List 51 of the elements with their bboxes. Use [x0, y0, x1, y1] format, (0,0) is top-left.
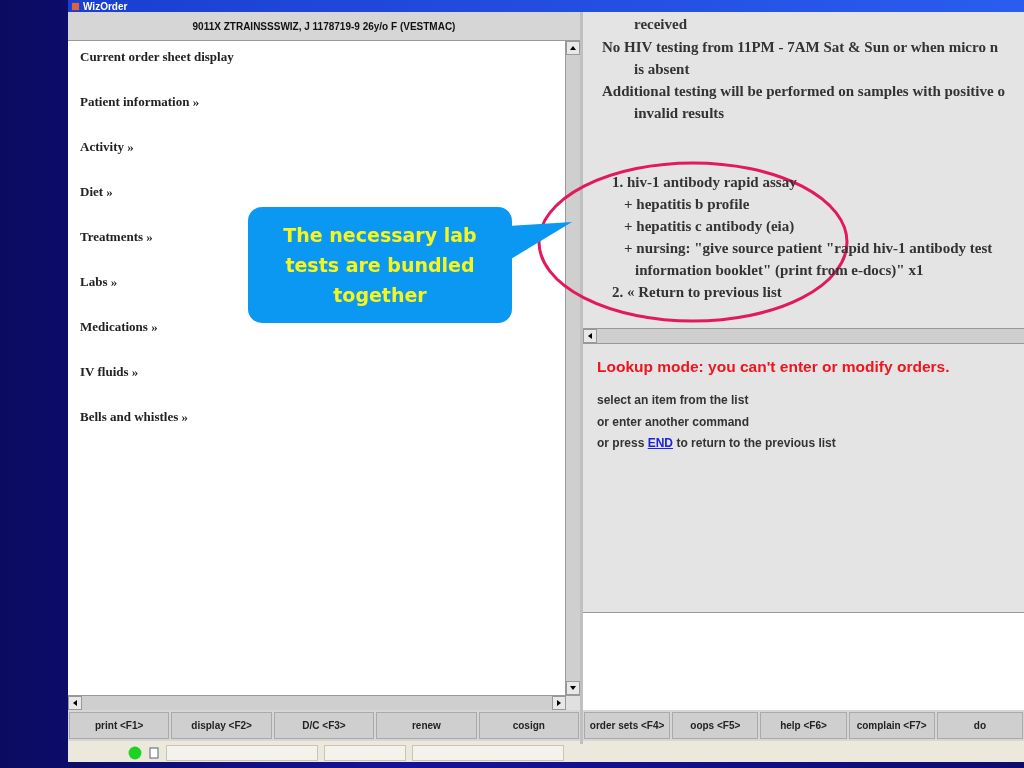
- taskbar-button[interactable]: [324, 745, 406, 761]
- end-link[interactable]: END: [647, 436, 674, 450]
- window-title: WizOrder: [83, 0, 128, 12]
- order-line: 2. « Return to previous list: [612, 283, 782, 300]
- order-line: No HIV testing from 11PM - 7AM Sat & Sun or when micro n: [602, 38, 998, 55]
- scroll-left-icon[interactable]: [73, 700, 77, 706]
- document-icon[interactable]: [148, 747, 160, 759]
- lookup-mode-message: Lookup mode: you can't enter or modify orders.: [597, 358, 951, 376]
- scroll-left-icon[interactable]: [588, 333, 592, 339]
- command-input-field[interactable]: [583, 612, 1024, 710]
- function-button[interactable]: order sets <F4>: [584, 712, 671, 739]
- scroll-right-icon[interactable]: [557, 700, 561, 706]
- menu-item[interactable]: Current order sheet display: [80, 49, 234, 94]
- menu-item[interactable]: Medications »: [80, 319, 158, 364]
- taskbar-button[interactable]: [412, 745, 564, 761]
- function-button[interactable]: print <F1>: [69, 712, 170, 739]
- function-button[interactable]: complain <F7>: [848, 712, 935, 739]
- scroll-up-icon[interactable]: [570, 46, 576, 50]
- status-light-icon[interactable]: [128, 746, 142, 760]
- order-line: + hepatitis c antibody (eia): [624, 217, 795, 234]
- menu-item[interactable]: Bells and whistles »: [80, 409, 188, 454]
- order-line: invalid results: [634, 105, 725, 121]
- order-line: received: [634, 16, 688, 32]
- function-button[interactable]: do: [936, 712, 1023, 739]
- function-button[interactable]: cosign: [478, 712, 580, 739]
- horizontal-scrollbar[interactable]: [583, 328, 1024, 344]
- app-icon: [71, 1, 80, 11]
- menu-item[interactable]: Labs »: [80, 274, 118, 319]
- patient-header: 9011X ZTRAINSSSWIZ, J 1178719-9 26y/o F (VESTMAC): [68, 12, 580, 41]
- instruction-text: select an item from the list: [597, 393, 750, 409]
- order-line: 1. hiv-1 antibody rapid assay: [612, 173, 797, 190]
- function-button[interactable]: D/C <F3>: [273, 712, 375, 739]
- menu-item[interactable]: Activity »: [80, 139, 134, 184]
- function-button[interactable]: oops <F5>: [672, 712, 759, 739]
- menu-item[interactable]: Treatments »: [80, 229, 153, 274]
- instruction-text: or enter another command: [597, 414, 751, 431]
- scroll-down-icon[interactable]: [570, 686, 576, 690]
- menu-item[interactable]: Diet »: [80, 184, 113, 229]
- vertical-scrollbar[interactable]: [565, 41, 580, 695]
- horizontal-scrollbar[interactable]: [68, 695, 580, 710]
- function-button[interactable]: help <F6>: [760, 712, 847, 739]
- callout-text: The necessary lab tests are bundled together: [282, 223, 478, 308]
- order-line: is absent: [634, 60, 690, 77]
- order-line: + hepatitis b profile: [624, 195, 750, 212]
- function-button[interactable]: renew: [376, 712, 477, 739]
- order-line: Additional testing will be performed on samples with positive o: [602, 83, 1005, 99]
- menu-item[interactable]: Patient information »: [80, 94, 200, 139]
- function-button[interactable]: display <F2>: [171, 712, 272, 739]
- instruction-text: or press END to return to the previous list: [597, 436, 837, 452]
- menu-item[interactable]: IV fluids »: [80, 364, 139, 409]
- taskbar-button[interactable]: [166, 745, 318, 761]
